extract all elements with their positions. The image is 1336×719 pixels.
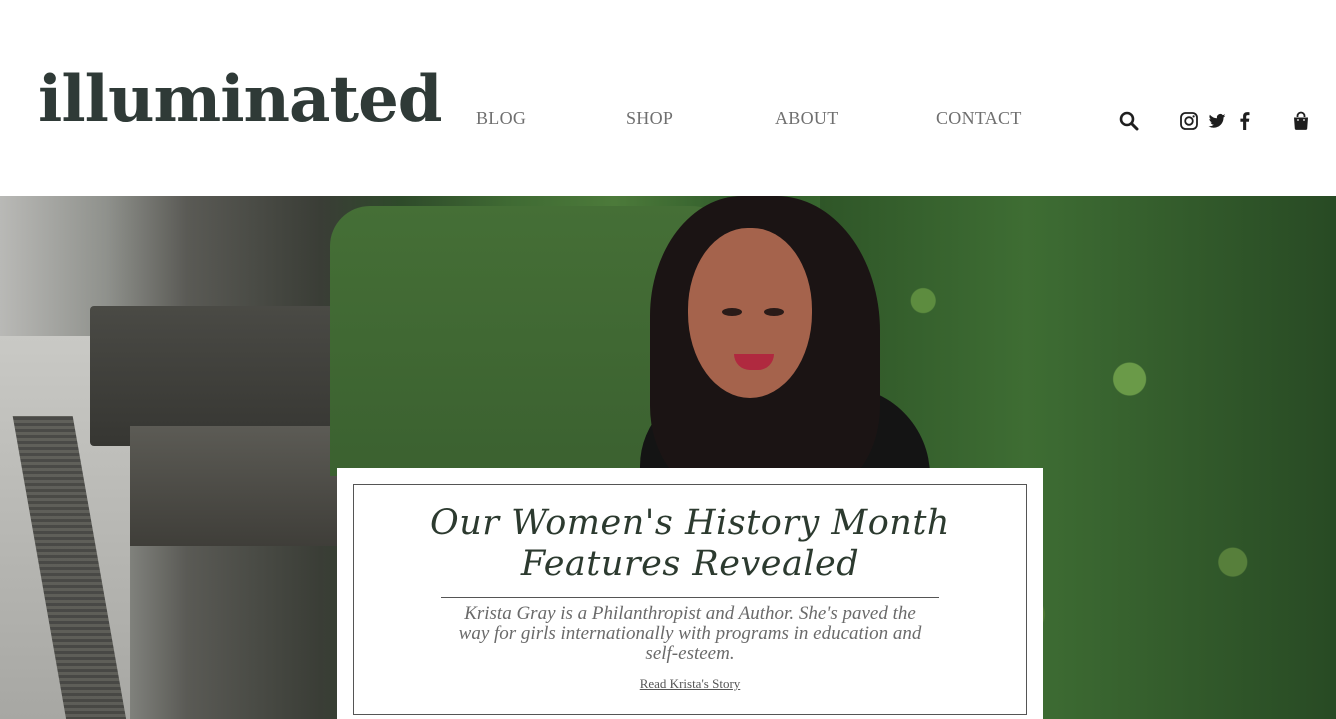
twitter-icon[interactable] [1207,111,1227,131]
portrait-smile [734,354,774,370]
site-header: illuminated BLOG SHOP ABOUT CONTACT [0,0,1336,196]
feature-title: Our Women's History Month Features Revea… [430,503,950,584]
shopping-bag-icon[interactable] [1291,111,1311,131]
facebook-icon[interactable] [1235,111,1255,131]
search-icon[interactable] [1119,111,1139,131]
site-logo[interactable]: illuminated [38,68,443,132]
portrait-face [688,228,812,398]
nav-contact[interactable]: CONTACT [936,108,1022,129]
nav-blog[interactable]: BLOG [476,108,526,129]
read-story-link[interactable]: Read Krista's Story [640,676,741,692]
instagram-icon[interactable] [1179,111,1199,131]
hero-bench-lower [130,426,350,546]
feature-card: Our Women's History Month Features Revea… [337,468,1043,719]
feature-description: Krista Gray is a Philanthropist and Auth… [458,603,922,664]
portrait-eye-right [764,308,784,316]
feature-divider [441,597,939,598]
portrait-eye-left [722,308,742,316]
nav-about[interactable]: ABOUT [775,108,839,129]
nav-shop[interactable]: SHOP [626,108,673,129]
hero-bench [90,306,350,446]
feature-card-frame: Our Women's History Month Features Revea… [353,484,1027,715]
